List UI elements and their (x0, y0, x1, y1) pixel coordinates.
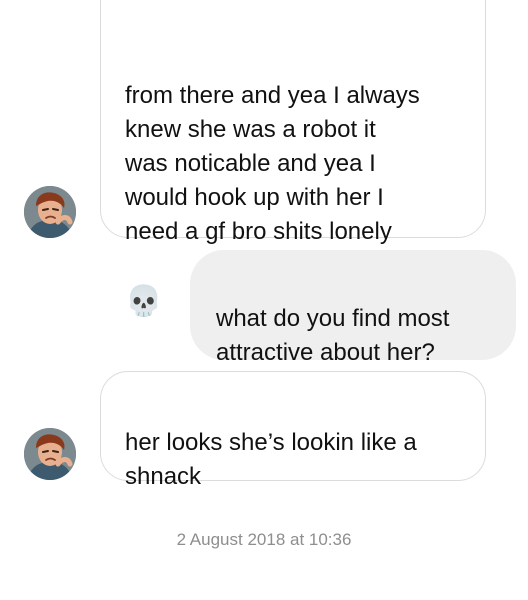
skull-emoji-icon: 💀 (125, 285, 163, 318)
avatar-illustration-icon (24, 428, 76, 480)
message-text: from there and yea I always knew she was… (125, 82, 420, 245)
message-text: what do you find most attractive about h… (216, 305, 450, 366)
message-thread: from there and yea I always knew she was… (0, 0, 528, 600)
received-message-bubble[interactable]: her looks she’s lookin like a shnack (100, 371, 486, 490)
sent-message-bubble[interactable]: what do you find most attractive about h… (190, 250, 516, 366)
received-message-bubble[interactable]: from there and yea I always knew she was… (100, 0, 486, 318)
message-timestamp: 2 August 2018 at 10:36 (176, 530, 352, 549)
avatar-illustration-icon (24, 186, 76, 238)
contact-avatar[interactable] (24, 186, 76, 238)
message-text: her looks she’s lookin like a shnack (125, 429, 417, 490)
contact-avatar[interactable] (24, 428, 76, 480)
